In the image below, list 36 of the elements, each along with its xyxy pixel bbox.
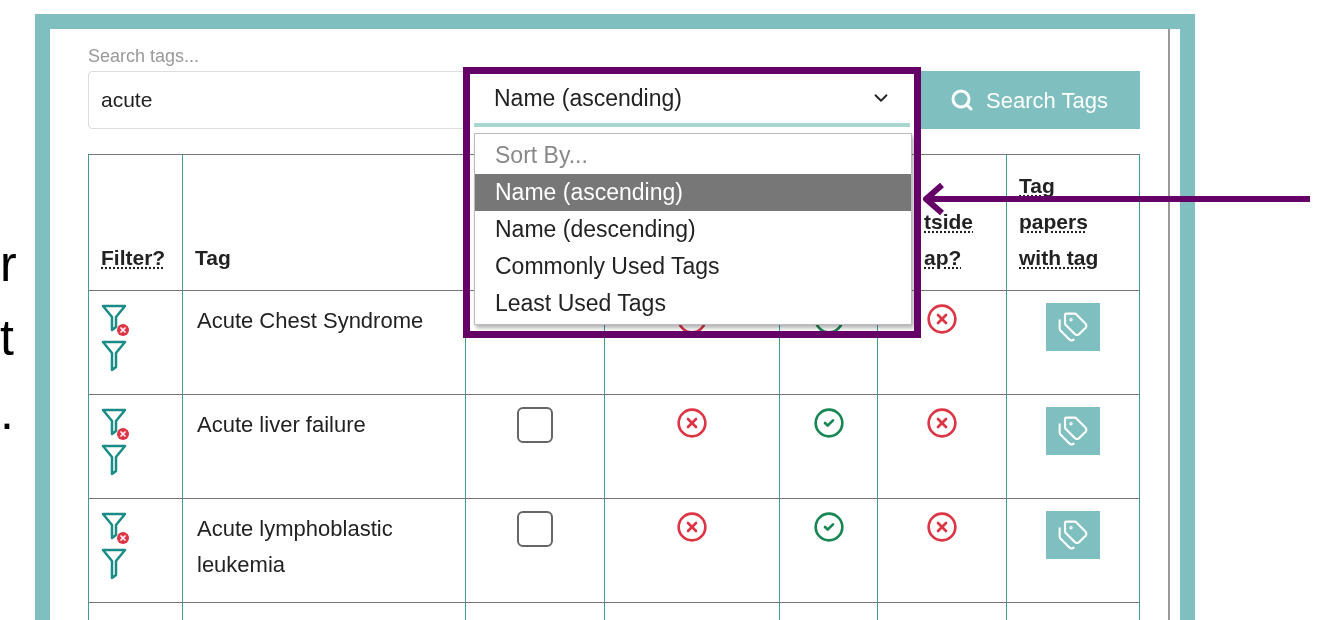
column-header: ap?: [924, 245, 962, 271]
tag-name: Acute Chest Syndrome: [197, 307, 425, 335]
slide-text: .: [0, 384, 14, 440]
slide-text: r: [0, 236, 17, 292]
tags-icon: [1057, 519, 1089, 551]
tags-icon: [1057, 415, 1089, 447]
filter-icon[interactable]: [101, 547, 127, 579]
dropdown-placeholder: Sort By...: [494, 141, 589, 170]
checkbox[interactable]: [517, 511, 553, 547]
dropdown-menu[interactable]: Sort By... Name (ascending) Name (descending) Commonly Used Tags Least Used Tags: [474, 133, 912, 325]
tag-papers-button[interactable]: [1046, 407, 1100, 455]
column-header: with tag: [1019, 245, 1099, 271]
dropdown-option[interactable]: Least Used Tags: [475, 285, 911, 322]
slide-text: t: [0, 310, 14, 366]
column-header: Filter?: [101, 245, 166, 271]
filter-icon[interactable]: [101, 443, 127, 475]
dropdown-option[interactable]: Name (descending): [475, 211, 911, 248]
sort-select[interactable]: Name (ascending): [474, 73, 910, 127]
column-header: Tag: [195, 245, 231, 271]
remove-filter-icon[interactable]: [101, 407, 129, 441]
tag-name: Acute liver failure: [197, 411, 367, 439]
remove-filter-icon[interactable]: [101, 303, 129, 337]
dropdown-option[interactable]: Name (ascending): [475, 174, 911, 211]
column-header: Tag: [1019, 173, 1055, 199]
column-header: tside: [924, 209, 973, 235]
tag-name: Acute lymphoblastic leukemia: [197, 515, 394, 579]
remove-filter-icon[interactable]: [101, 511, 129, 545]
column-header: papers: [1019, 209, 1088, 235]
tag-papers-button[interactable]: [1046, 511, 1100, 559]
search-icon: [950, 88, 975, 112]
filter-icon[interactable]: [101, 339, 127, 371]
tags-icon: [1057, 311, 1089, 343]
search-label: Search tags...: [88, 45, 200, 68]
dropdown-option[interactable]: Commonly Used Tags: [475, 248, 911, 285]
checkbox[interactable]: [517, 407, 553, 443]
tag-papers-button[interactable]: [1046, 303, 1100, 351]
